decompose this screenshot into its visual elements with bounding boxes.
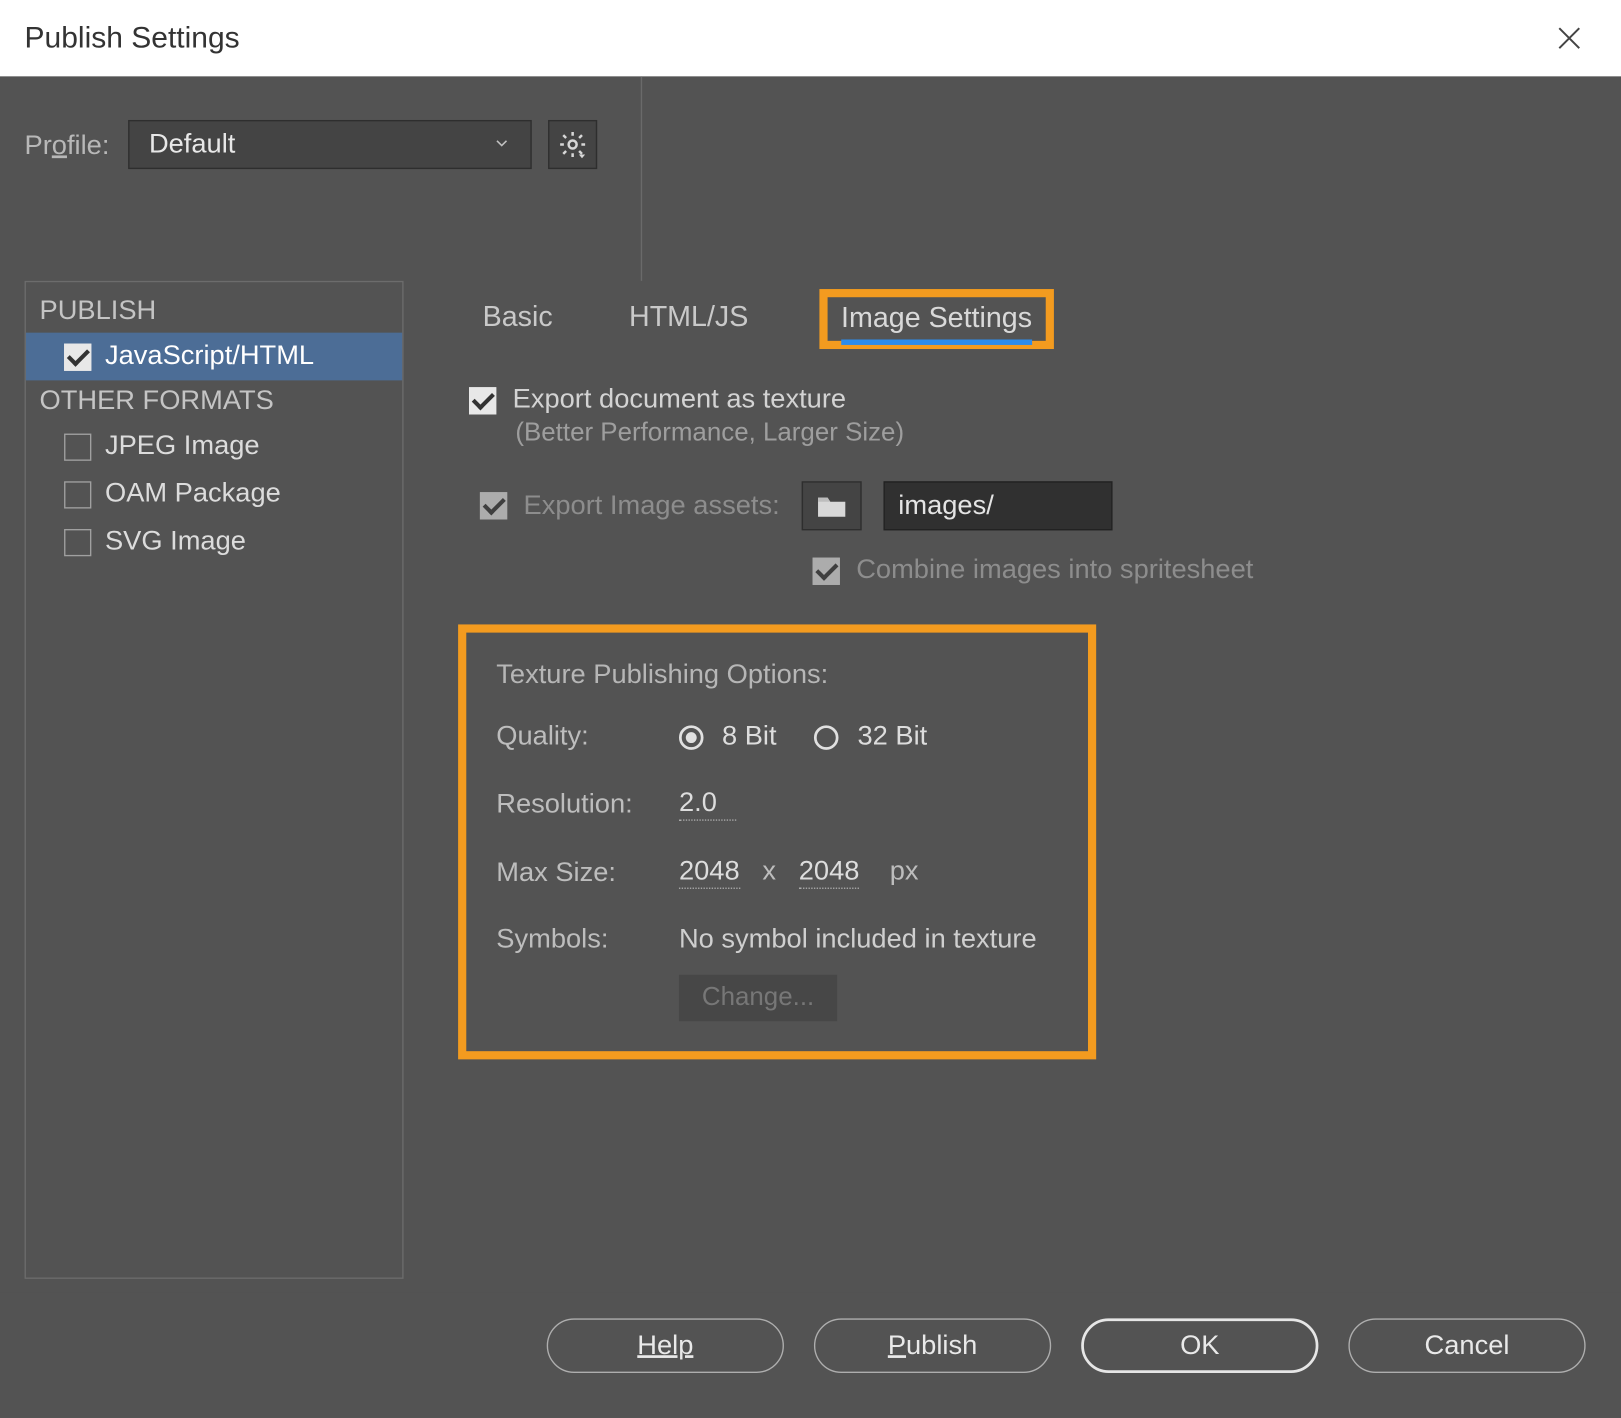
sidebar-item-oam[interactable]: OAM Package [26,470,402,518]
gear-icon [558,130,588,160]
dialog-footer: Help Publish OK Cancel [0,1293,1621,1418]
profile-select-value: Default [149,129,235,160]
profile-label: Profile: [25,131,110,162]
symbols-label: Symbols: [496,924,679,955]
resolution-input[interactable]: 2.0 [679,788,736,821]
resolution-label: Resolution: [496,789,679,820]
profile-divider [641,76,642,281]
browse-folder-button[interactable] [802,481,862,530]
tab-image-settings-highlight: Image Settings [819,289,1054,349]
combine-spritesheet-label: Combine images into spritesheet [856,555,1253,586]
sidebar-item-label: JPEG Image [105,431,260,462]
sidebar-publish-header: PUBLISH [26,290,402,332]
maxsize-height-input[interactable]: 2048 [799,856,860,889]
export-texture-label: Export document as texture [513,384,846,415]
checkbox-jpeg[interactable] [64,433,91,460]
symbols-value: No symbol included in texture [679,924,1058,955]
checkbox-combine-spritesheet [813,557,840,584]
export-image-assets-row: Export Image assets: [480,490,780,521]
ok-button[interactable]: OK [1081,1318,1318,1373]
checkbox-export-image-assets [480,492,507,519]
profile-select[interactable]: Default [129,120,533,169]
publish-button[interactable]: Publish [814,1318,1051,1373]
tab-html-js[interactable]: HTML/JS [624,296,754,342]
maxsize-width-input[interactable]: 2048 [679,856,740,889]
maxsize-label: Max Size: [496,857,679,888]
help-button[interactable]: Help [547,1318,784,1373]
export-texture-subtitle: (Better Performance, Larger Size) [469,419,1597,449]
format-sidebar: PUBLISH JavaScript/HTML OTHER FORMATS JP… [25,281,404,1279]
export-image-assets-label: Export Image assets: [524,490,780,521]
checkbox-oam[interactable] [64,481,91,508]
radio-32bit-label: 32 Bit [858,721,928,751]
maxsize-unit: px [890,856,919,886]
images-path-input[interactable]: images/ [883,481,1112,530]
texture-options-highlight: Texture Publishing Options: Quality: 8 B… [458,624,1096,1059]
radio-8bit[interactable] [679,725,704,750]
sidebar-item-label: JavaScript/HTML [105,341,314,372]
sidebar-item-svg[interactable]: SVG Image [26,518,402,566]
texture-options-header: Texture Publishing Options: [496,660,1058,691]
folder-icon [815,492,848,519]
sidebar-other-header: OTHER FORMATS [26,380,402,422]
symbols-change-button[interactable]: Change... [679,975,837,1021]
checkbox-export-texture[interactable] [469,387,496,414]
combine-spritesheet-row: Combine images into spritesheet [469,555,1597,586]
sidebar-item-javascript-html[interactable]: JavaScript/HTML [26,333,402,381]
tab-basic[interactable]: Basic [477,296,558,342]
sidebar-item-label: SVG Image [105,526,246,557]
radio-32bit[interactable] [814,725,839,750]
tabs: Basic HTML/JS Image Settings [458,289,1596,349]
sidebar-item-label: OAM Package [105,479,281,510]
sidebar-item-jpeg[interactable]: JPEG Image [26,423,402,471]
chevron-down-icon [493,129,512,160]
tab-image-settings[interactable]: Image Settings [841,303,1032,345]
cancel-button[interactable]: Cancel [1348,1318,1585,1373]
dialog-title: Publish Settings [25,20,240,55]
profile-gear-button[interactable] [548,120,597,169]
close-button[interactable] [1550,19,1588,57]
radio-8bit-label: 8 Bit [722,721,777,751]
checkbox-svg[interactable] [64,528,91,555]
checkbox-js-html[interactable] [64,343,91,370]
titlebar: Publish Settings [0,0,1621,76]
close-icon [1554,23,1584,53]
quality-label: Quality: [496,721,679,752]
export-doc-as-texture-row: Export document as texture [469,384,1597,415]
